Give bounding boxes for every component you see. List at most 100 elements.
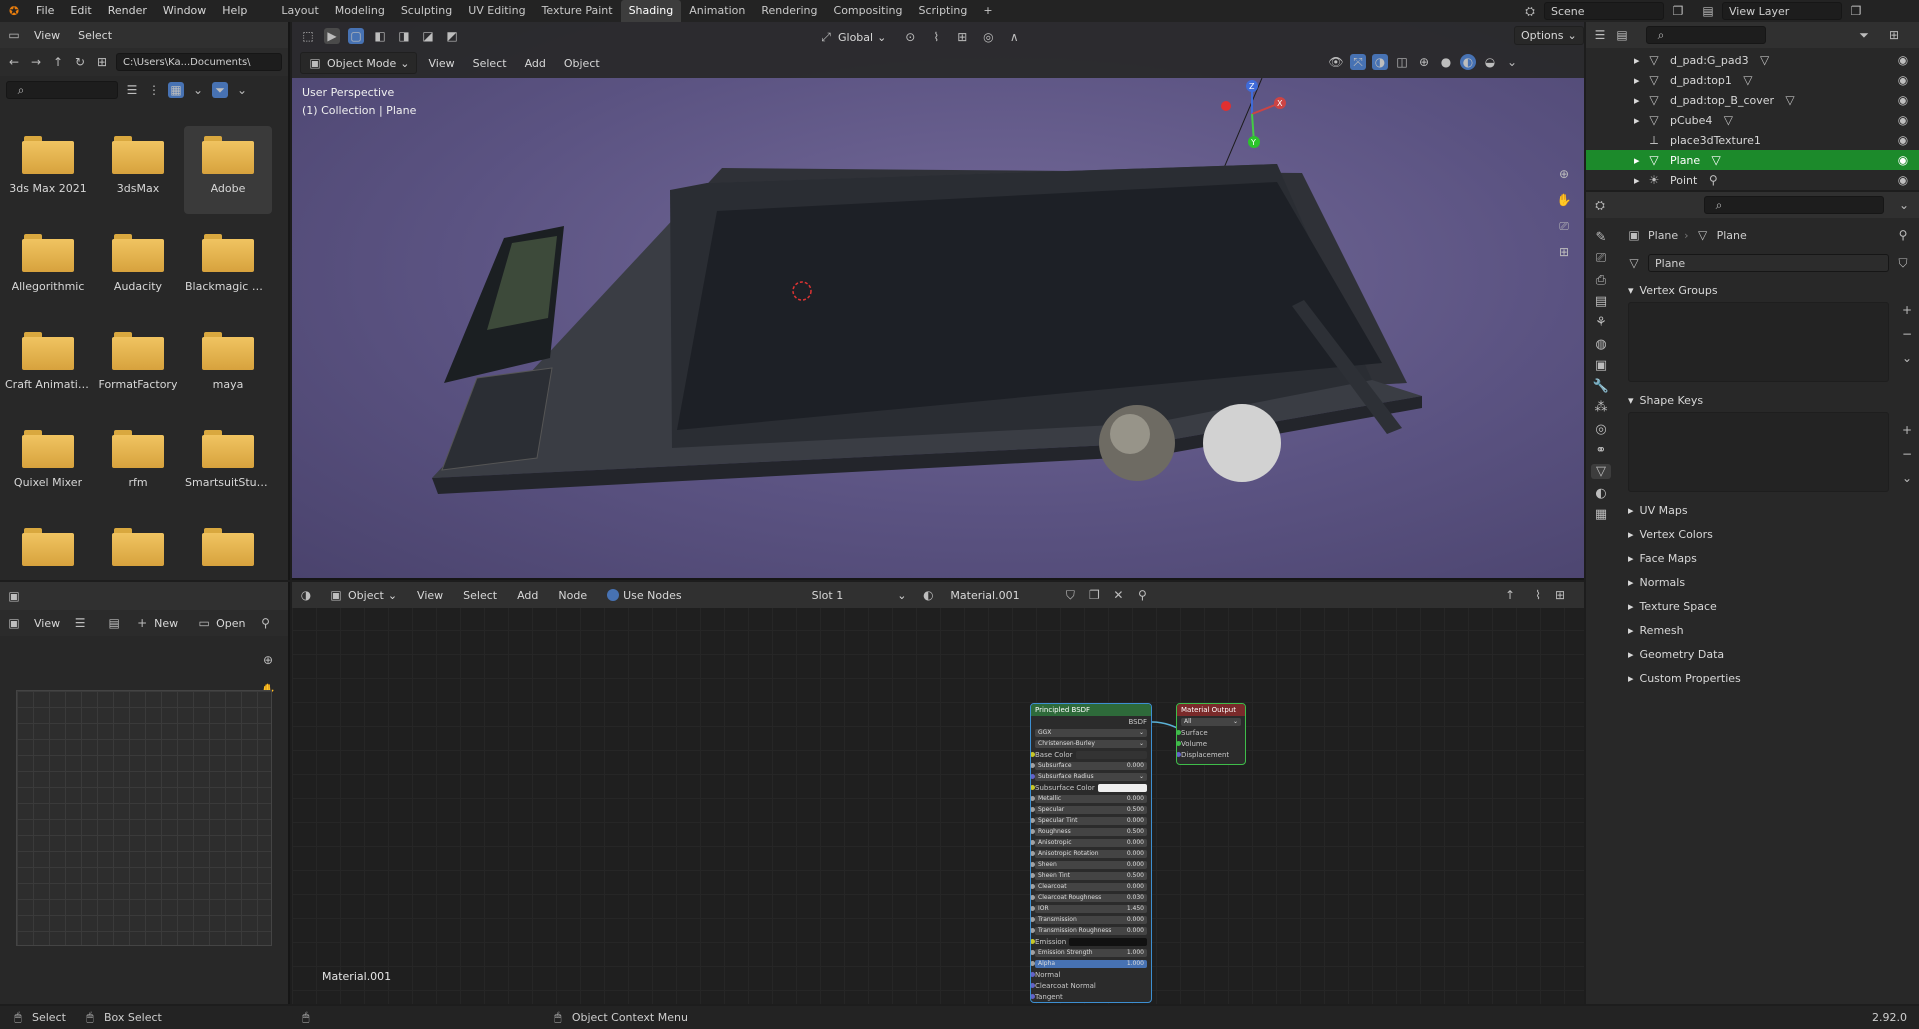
- rendered-shading-icon[interactable]: ◒: [1482, 54, 1498, 70]
- tab-compositing[interactable]: Compositing: [826, 0, 911, 22]
- panel-vertex-groups-header[interactable]: ▾ Vertex Groups: [1620, 278, 1919, 302]
- float-socket[interactable]: [1031, 796, 1035, 801]
- value-slider[interactable]: Anisotropic Rotation 0.000: [1035, 849, 1147, 858]
- image-mode-icon[interactable]: ▣: [6, 615, 22, 631]
- panel-vertex-colors[interactable]: ▸ Vertex Colors: [1620, 522, 1919, 546]
- chevron-down-icon[interactable]: ⌄: [1896, 197, 1912, 213]
- node-options-icon[interactable]: ⊞: [1552, 587, 1568, 603]
- output-target-dropdown[interactable]: All ⌄: [1181, 717, 1241, 726]
- color-socket[interactable]: [1031, 752, 1035, 757]
- add-icon[interactable]: +: [1899, 302, 1915, 318]
- add-workspace-button[interactable]: +: [975, 0, 1000, 22]
- menu-edit[interactable]: Edit: [62, 0, 99, 22]
- vector-socket[interactable]: [1031, 994, 1035, 999]
- folder-item[interactable]: 3ds Max 2021: [4, 126, 92, 214]
- menu-window[interactable]: Window: [155, 0, 214, 22]
- input-transmission-roughness[interactable]: Transmission Roughness 0.000: [1031, 925, 1151, 936]
- distribution-dropdown[interactable]: GGX ⌄: [1035, 728, 1147, 737]
- properties-search-input[interactable]: ⌕: [1704, 196, 1884, 214]
- float-socket[interactable]: [1031, 818, 1035, 823]
- image-view-menu[interactable]: View: [28, 615, 66, 632]
- vector-socket[interactable]: [1031, 972, 1035, 977]
- view-layer-icon[interactable]: ▤: [1700, 3, 1716, 19]
- eye-icon[interactable]: ◉: [1895, 132, 1911, 148]
- scene-icon[interactable]: ⛭: [1522, 3, 1538, 19]
- scene-field[interactable]: Scene: [1544, 2, 1664, 20]
- input-specular-tint[interactable]: Specular Tint 0.000: [1031, 815, 1151, 826]
- outliner-item[interactable]: ▸ ▽ d_pad:top_B_cover ▽ ◉: [1586, 90, 1919, 110]
- chevron-down-icon[interactable]: ⌄: [190, 82, 206, 98]
- display-mode-icon[interactable]: ▤: [1614, 27, 1630, 43]
- open-image-button[interactable]: ▭ Open: [190, 613, 251, 633]
- input-emission[interactable]: Emission: [1031, 936, 1151, 947]
- use-nodes-checkbox[interactable]: Use Nodes: [601, 587, 688, 604]
- add-icon[interactable]: +: [1899, 422, 1915, 438]
- shader-node-editor[interactable]: ◑ ▣ Object ⌄ View Select Add Node Use Node…: [292, 582, 1584, 1004]
- material-name-field[interactable]: Material.001: [944, 587, 1054, 604]
- copy-scene-icon[interactable]: ❐: [1670, 3, 1686, 19]
- expand-arrow-icon[interactable]: ▸: [1634, 54, 1640, 67]
- sss-method-row[interactable]: Christensen-Burley ⌄: [1031, 738, 1151, 749]
- input-clearcoat-roughness[interactable]: Clearcoat Roughness 0.030: [1031, 892, 1151, 903]
- editor-type-icon[interactable]: ◑: [298, 587, 314, 603]
- folder-item[interactable]: [184, 518, 272, 566]
- eye-icon[interactable]: ◉: [1895, 52, 1911, 68]
- tab-shading[interactable]: Shading: [620, 0, 682, 22]
- outliner-item[interactable]: ▸ ▽ pCube4 ▽ ◉: [1586, 110, 1919, 130]
- vp-menu-add[interactable]: Add: [519, 55, 552, 72]
- eye-icon[interactable]: ◉: [1895, 112, 1911, 128]
- camera-view-icon[interactable]: ⎚: [1556, 218, 1572, 234]
- float-socket[interactable]: [1031, 763, 1035, 768]
- input-subsurface[interactable]: Subsurface 0.000: [1031, 760, 1151, 771]
- filter-options-icon[interactable]: ⌄: [234, 82, 250, 98]
- editor-type-icon[interactable]: ☰: [1592, 27, 1608, 43]
- panel-texture-space[interactable]: ▸ Texture Space: [1620, 594, 1919, 618]
- value-slider[interactable]: Alpha 1.000: [1035, 959, 1147, 968]
- vertex-groups-list[interactable]: [1628, 302, 1889, 382]
- output-target-row[interactable]: All ⌄: [1177, 716, 1245, 727]
- folder-item[interactable]: Quixel Mixer: [4, 420, 92, 508]
- value-slider[interactable]: Clearcoat 0.000: [1035, 882, 1147, 891]
- refresh-icon[interactable]: ↻: [72, 54, 88, 70]
- filter-icon[interactable]: ⏷: [1856, 27, 1872, 43]
- color-swatch[interactable]: [1075, 750, 1147, 759]
- overlay-toggle-icon[interactable]: ◑: [1372, 54, 1388, 70]
- value-dropdown[interactable]: Subsurface Radius ⌄: [1035, 772, 1147, 781]
- file-search-input[interactable]: ⌕: [6, 81, 118, 99]
- float-socket[interactable]: [1031, 851, 1035, 856]
- float-socket[interactable]: [1031, 873, 1035, 878]
- panel-custom-properties[interactable]: ▸ Custom Properties: [1620, 666, 1919, 690]
- float-socket[interactable]: [1031, 961, 1035, 966]
- path-field[interactable]: C:\Users\Ka...Documents\: [116, 53, 282, 71]
- value-slider[interactable]: Sheen 0.000: [1035, 860, 1147, 869]
- float-socket[interactable]: [1031, 884, 1035, 889]
- input-subsurface-radius[interactable]: Subsurface Radius ⌄: [1031, 771, 1151, 782]
- input-roughness[interactable]: Roughness 0.500: [1031, 826, 1151, 837]
- color-socket[interactable]: [1031, 939, 1035, 944]
- output-tab-icon[interactable]: ⎙: [1591, 273, 1611, 288]
- shader-type-dropdown[interactable]: ▣ Object ⌄: [322, 585, 403, 605]
- float-socket[interactable]: [1031, 807, 1035, 812]
- distribution-row[interactable]: GGX ⌄: [1031, 727, 1151, 738]
- object-tab-icon[interactable]: ▣: [1591, 358, 1611, 373]
- material-tab-icon[interactable]: ◐: [1591, 485, 1611, 501]
- float-socket[interactable]: [1031, 895, 1035, 900]
- chevron-down-icon[interactable]: ⌄: [1899, 470, 1915, 486]
- wireframe-shading-icon[interactable]: ⊕: [1416, 54, 1432, 70]
- visibility-icon[interactable]: 👁: [1328, 54, 1344, 70]
- navigation-gizmo[interactable]: Z X Y: [1214, 76, 1288, 150]
- back-icon[interactable]: ←: [6, 54, 22, 70]
- parent-dir-icon[interactable]: ↑: [50, 54, 66, 70]
- select-invert-icon[interactable]: ◪: [420, 28, 436, 44]
- input-anisotropic-rotation[interactable]: Anisotropic Rotation 0.000: [1031, 848, 1151, 859]
- folder-item[interactable]: SmartsuitStudi...: [184, 420, 272, 508]
- folder-item[interactable]: Audacity: [94, 224, 182, 312]
- outliner-item[interactable]: ▸ ▽ d_pad:top1 ▽ ◉: [1586, 70, 1919, 90]
- thumbnail-view-icon[interactable]: ▦: [168, 82, 184, 98]
- fb-menu-view[interactable]: View: [28, 27, 66, 44]
- remove-icon[interactable]: −: [1899, 326, 1915, 342]
- folder-item[interactable]: Craft Animations: [4, 322, 92, 410]
- select-extend-icon[interactable]: ◧: [372, 28, 388, 44]
- value-slider[interactable]: Transmission 0.000: [1035, 915, 1147, 924]
- shape-keys-list[interactable]: [1628, 412, 1889, 492]
